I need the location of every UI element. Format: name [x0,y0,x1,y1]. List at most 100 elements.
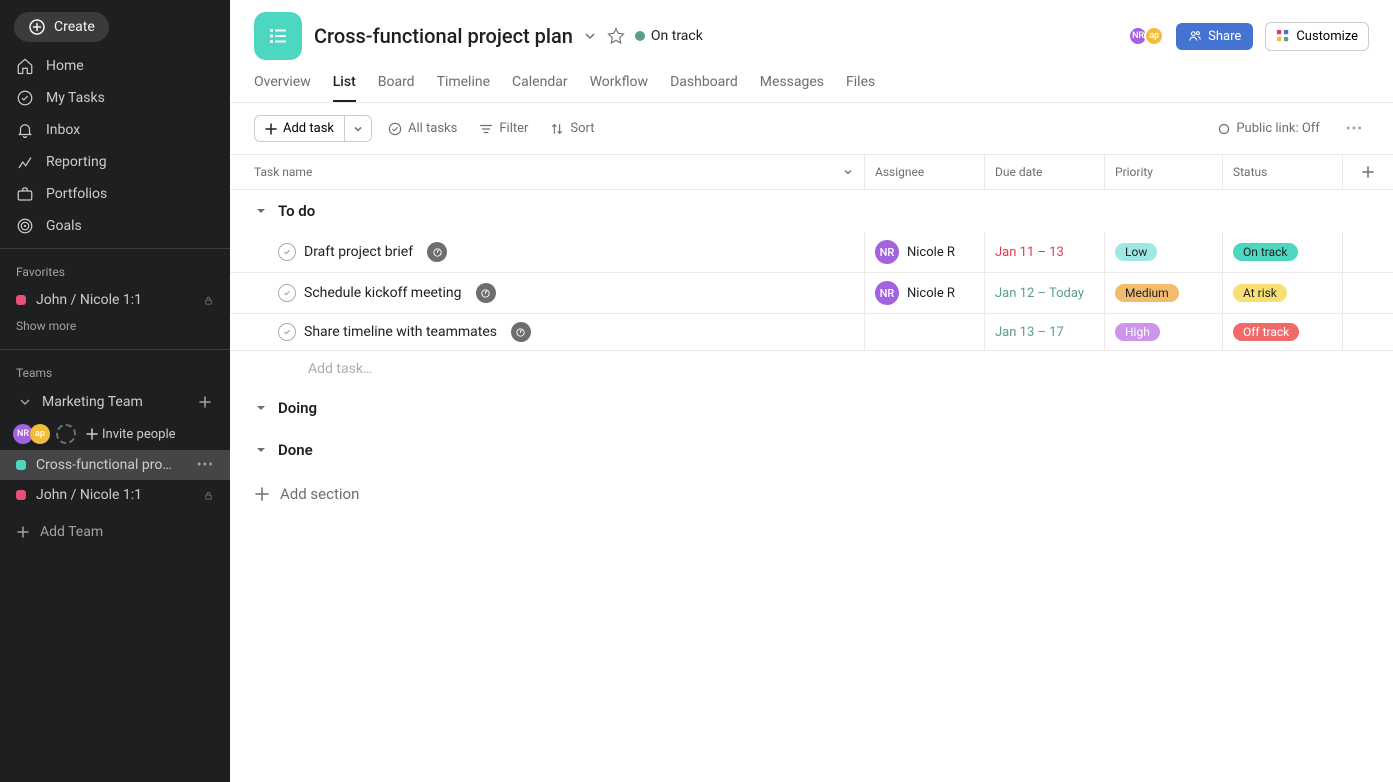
complete-checkbox[interactable] [278,323,296,341]
section-header[interactable]: To do [230,190,1393,232]
tab-files[interactable]: Files [846,74,875,102]
add-task-inline[interactable]: Add task… [230,351,1393,387]
priority-cell[interactable]: Medium [1105,273,1223,313]
chevron-down-icon[interactable] [842,166,854,178]
add-team-button[interactable]: Add Team [0,510,230,554]
task-name: Share timeline with teammates [304,324,497,340]
favorite-item[interactable]: John / Nicole 1:1 [0,285,230,315]
project-color-icon [16,490,26,500]
nav-portfolios[interactable]: Portfolios [0,178,230,210]
more-options-button[interactable]: ••• [1340,117,1369,141]
filter-icon [479,122,493,136]
extra-cell[interactable] [1343,273,1393,313]
nav-home[interactable]: Home [0,50,230,82]
tab-calendar[interactable]: Calendar [512,74,568,102]
assignee-cell[interactable]: NRNicole R [865,232,985,272]
project-item[interactable]: John / Nicole 1:1 [0,480,230,510]
plus-icon[interactable] [196,393,214,411]
status-cell[interactable]: Off track [1223,314,1343,350]
column-status[interactable]: Status [1223,155,1343,189]
collapse-caret-icon[interactable] [254,444,268,456]
column-priority[interactable]: Priority [1105,155,1223,189]
all-tasks-button[interactable]: All tasks [382,117,463,140]
favorites-heading[interactable]: Favorites [0,255,230,285]
project-icon[interactable] [254,12,302,60]
tab-overview[interactable]: Overview [254,74,311,102]
collapse-caret-icon[interactable] [254,205,268,217]
show-more-link[interactable]: Show more [0,315,230,343]
tab-timeline[interactable]: Timeline [437,74,490,102]
team-toggle[interactable]: Marketing Team [0,386,230,418]
assignee-name: Nicole R [907,245,955,260]
complete-checkbox[interactable] [278,284,296,302]
check-circle-icon [16,89,34,107]
divider [0,248,230,249]
tab-messages[interactable]: Messages [760,74,824,102]
complete-checkbox[interactable] [278,243,296,261]
avatar[interactable]: ap [1144,26,1164,46]
tab-workflow[interactable]: Workflow [590,74,649,102]
status-cell[interactable]: At risk [1223,273,1343,313]
dots-icon: ••• [1346,121,1363,137]
task-row[interactable]: Draft project briefNRNicole RJan 11 – 13… [230,232,1393,273]
task-row[interactable]: Share timeline with teammates Jan 13 – 17… [230,314,1393,351]
column-assignee[interactable]: Assignee [865,155,985,189]
title-dropdown-icon[interactable] [583,29,597,43]
empty-avatar-icon [56,424,76,444]
public-link-button[interactable]: Public link: Off [1212,117,1325,140]
check-circle-icon [388,122,402,136]
collapse-caret-icon[interactable] [254,402,268,414]
project-color-icon [16,295,26,305]
priority-cell[interactable]: Low [1105,232,1223,272]
filter-button[interactable]: Filter [473,117,534,140]
column-task-name[interactable]: Task name [230,155,865,189]
due-date-cell[interactable]: Jan 11 – 13 [985,232,1105,272]
project-item[interactable]: Cross-functional pro…••• [0,450,230,480]
task-row[interactable]: Schedule kickoff meetingNRNicole RJan 12… [230,273,1393,314]
due-date-value: Jan 13 – 17 [995,325,1064,340]
column-due-date[interactable]: Due date [985,155,1105,189]
customize-button[interactable]: Customize [1265,22,1369,51]
add-section-button[interactable]: Add section [230,471,1393,517]
priority-cell[interactable]: High [1105,314,1223,350]
nav-inbox[interactable]: Inbox [0,114,230,146]
create-label: Create [54,19,95,35]
extra-cell[interactable] [1343,232,1393,272]
section-header[interactable]: Done [230,429,1393,471]
nav-my-tasks[interactable]: My Tasks [0,82,230,114]
dots-icon[interactable]: ••• [197,457,214,473]
sort-button[interactable]: Sort [544,117,600,140]
extra-cell[interactable] [1343,314,1393,350]
caret-down-icon [16,393,34,411]
tab-board[interactable]: Board [378,74,415,102]
add-task-button[interactable]: Add task [254,115,345,142]
invite-people-button[interactable]: Invite people [86,427,176,442]
avatar[interactable]: ap [30,424,50,444]
assignee-cell[interactable]: NRNicole R [865,273,985,313]
star-icon[interactable] [607,27,625,45]
section-header[interactable]: Doing [230,387,1393,429]
tab-list[interactable]: List [333,74,356,102]
nav-reporting[interactable]: Reporting [0,146,230,178]
assignee-cell[interactable] [865,314,985,350]
status-chip[interactable]: On track [635,28,703,44]
project-header: Cross-functional project plan On track N… [230,0,1393,60]
briefcase-icon [16,185,34,203]
due-date-cell[interactable]: Jan 13 – 17 [985,314,1105,350]
tab-dashboard[interactable]: Dashboard [670,74,738,102]
nav-goals[interactable]: Goals [0,210,230,242]
due-date-cell[interactable]: Jan 12 – Today [985,273,1105,313]
create-button[interactable]: Create [14,12,109,42]
task-name-cell[interactable]: Draft project brief [230,232,865,272]
task-name-cell[interactable]: Schedule kickoff meeting [230,273,865,313]
share-button[interactable]: Share [1176,23,1253,50]
task-name-cell[interactable]: Share timeline with teammates [230,314,865,350]
add-column-button[interactable] [1343,155,1393,189]
status-dot-icon [635,31,645,41]
grid-icon [1276,29,1290,43]
project-title[interactable]: Cross-functional project plan [314,24,573,48]
teams-heading[interactable]: Teams [0,356,230,386]
nav-label: My Tasks [46,90,105,106]
status-cell[interactable]: On track [1223,232,1343,272]
add-task-dropdown-button[interactable] [345,115,372,142]
